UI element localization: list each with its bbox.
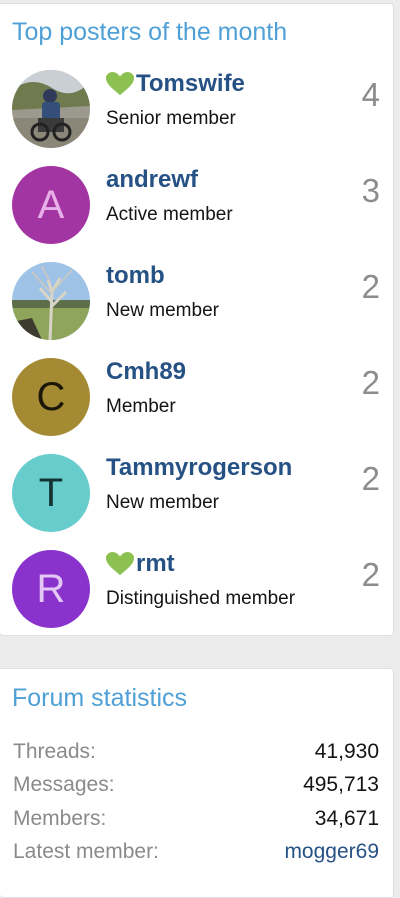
avatar-letter: C [36, 374, 66, 419]
heart-icon [106, 552, 134, 576]
stat-label: Members: [13, 807, 107, 830]
avatar[interactable]: R [12, 550, 90, 628]
user-title: New member [106, 300, 219, 321]
stat-label: Latest member: [13, 840, 159, 863]
username[interactable]: tomb [106, 262, 165, 290]
stat-row-latest-member: Latest member: mogger69 [13, 840, 379, 870]
stat-label: Messages: [13, 773, 115, 796]
stat-value: 41,930 [314, 740, 379, 763]
stat-value: 495,713 [303, 773, 379, 796]
avatar[interactable]: A [12, 166, 90, 244]
poster-row: A andrewf Active member 3 [0, 166, 394, 262]
username-text: tomb [106, 262, 165, 289]
stat-row-members: Members: 34,671 [13, 807, 379, 837]
post-count: 2 [361, 556, 380, 593]
username-text: Tomswife [136, 70, 245, 97]
stat-label: Threads: [13, 740, 96, 763]
avatar-photo-wheelchair [12, 70, 90, 148]
stat-row-threads: Threads: 41,930 [13, 740, 379, 770]
username[interactable]: Tomswife [106, 70, 245, 98]
post-count: 2 [361, 268, 380, 305]
avatar[interactable]: T [12, 454, 90, 532]
post-count: 2 [361, 460, 380, 497]
user-title: Distinguished member [106, 588, 296, 609]
post-count: 3 [361, 172, 380, 209]
avatar-letter: T [38, 470, 64, 515]
poster-row: R rmt Distinguished member 2 [0, 550, 394, 646]
username[interactable]: Tammyrogerson [106, 454, 292, 482]
stat-value: 34,671 [314, 807, 379, 830]
user-title: Active member [106, 204, 233, 225]
post-count: 2 [361, 364, 380, 401]
poster-row: tomb New member 2 [0, 262, 394, 358]
stat-row-messages: Messages: 495,713 [13, 773, 379, 803]
avatar-letter: R [36, 566, 66, 611]
user-title: Member [106, 396, 176, 417]
user-title: Senior member [106, 108, 236, 129]
avatar[interactable] [12, 70, 90, 148]
poster-row: T Tammyrogerson New member 2 [0, 454, 394, 550]
avatar[interactable] [12, 262, 90, 340]
forum-statistics-title[interactable]: Forum statistics [12, 684, 187, 713]
username-text: andrewf [106, 166, 199, 193]
heart-icon [106, 72, 134, 96]
forum-statistics-block: Forum statistics Threads: 41,930 Message… [0, 668, 394, 898]
top-posters-title[interactable]: Top posters of the month [12, 18, 287, 47]
username[interactable]: Cmh89 [106, 358, 186, 386]
user-title: New member [106, 492, 219, 513]
latest-member-link[interactable]: mogger69 [284, 840, 379, 864]
username-text: Tammyrogerson [106, 454, 293, 481]
poster-row: Tomswife Senior member 4 [0, 70, 394, 166]
avatar-photo-tree [12, 262, 90, 340]
username[interactable]: andrewf [106, 166, 198, 194]
username-text: Cmh89 [106, 358, 187, 385]
post-count: 4 [361, 76, 380, 113]
avatar[interactable]: C [12, 358, 90, 436]
avatar-letter: A [37, 182, 65, 227]
username[interactable]: rmt [106, 550, 175, 578]
poster-row: C Cmh89 Member 2 [0, 358, 394, 454]
username-text: rmt [136, 550, 175, 577]
top-posters-block: Top posters of the month Tomswife Senior… [0, 3, 394, 636]
